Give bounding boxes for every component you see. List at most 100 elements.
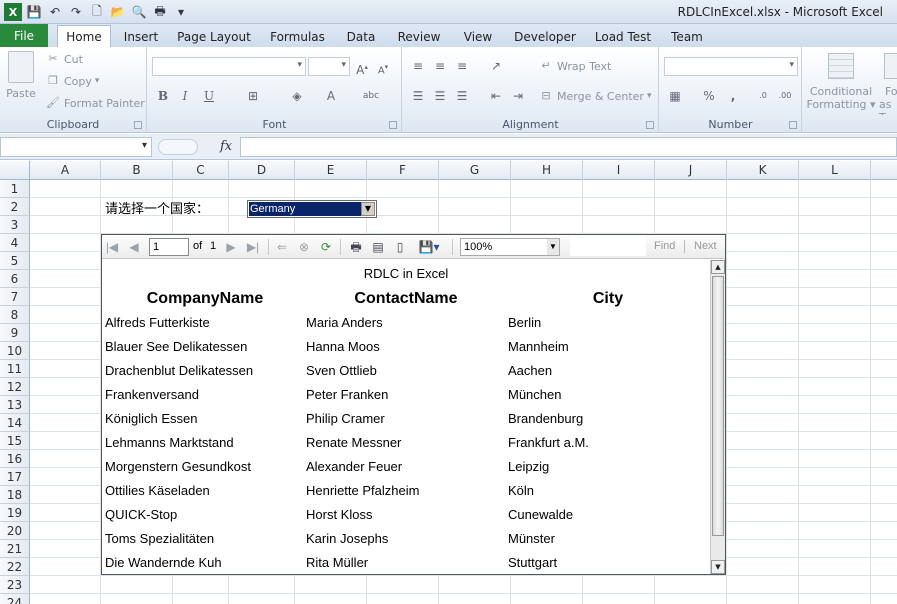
- increase-decimal-icon[interactable]: .0: [754, 87, 772, 105]
- previous-page-icon[interactable]: ◀: [126, 239, 142, 255]
- number-format-combo[interactable]: [664, 57, 798, 76]
- row-header-16[interactable]: 16: [0, 450, 30, 468]
- scroll-up-icon[interactable]: ▲: [711, 260, 725, 274]
- page-number-input[interactable]: 1: [149, 238, 189, 256]
- align-right-icon[interactable]: ☰: [453, 87, 471, 105]
- tab-home[interactable]: Home: [57, 25, 111, 48]
- increase-indent-icon[interactable]: ⇥: [509, 87, 527, 105]
- font-color-icon[interactable]: A: [322, 87, 340, 105]
- row-header-6[interactable]: 6: [0, 270, 30, 288]
- row-header-20[interactable]: 20: [0, 522, 30, 540]
- page-setup-icon[interactable]: ▯: [392, 239, 408, 255]
- clipboard-launcher-icon[interactable]: [134, 121, 142, 129]
- row-header-8[interactable]: 8: [0, 306, 30, 324]
- refresh-icon[interactable]: ⟳: [318, 239, 334, 255]
- open-folder-icon[interactable]: 📂: [109, 3, 127, 21]
- comma-button[interactable]: ,: [724, 87, 742, 105]
- print-layout-icon[interactable]: ▤: [370, 239, 386, 255]
- column-header-l[interactable]: L: [799, 161, 871, 180]
- row-header-17[interactable]: 17: [0, 468, 30, 486]
- tab-view[interactable]: View: [453, 26, 503, 47]
- row-header-2[interactable]: 2: [0, 198, 30, 216]
- shrink-font-icon[interactable]: A▾: [374, 58, 392, 76]
- scrollbar-thumb[interactable]: [712, 276, 724, 536]
- percent-button[interactable]: %: [700, 87, 718, 105]
- column-header-f[interactable]: F: [367, 161, 439, 180]
- alignment-launcher-icon[interactable]: [646, 121, 654, 129]
- align-left-icon[interactable]: ☰: [409, 87, 427, 105]
- merge-center-button[interactable]: ⊟ Merge & Center ▾: [539, 89, 651, 103]
- grow-font-icon[interactable]: A▴: [353, 58, 371, 77]
- print-preview-icon[interactable]: 🔍: [130, 3, 148, 21]
- phonetic-icon[interactable]: abc: [362, 87, 380, 105]
- currency-icon[interactable]: ▦: [666, 87, 684, 105]
- align-center-icon[interactable]: ☰: [431, 87, 449, 105]
- align-top-icon[interactable]: ≡: [409, 57, 427, 75]
- row-header-10[interactable]: 10: [0, 342, 30, 360]
- row-header-3[interactable]: 3: [0, 216, 30, 234]
- select-all-corner[interactable]: [0, 161, 30, 180]
- zoom-dropdown-icon[interactable]: ▼: [547, 239, 559, 255]
- print-icon[interactable]: 🖶: [348, 239, 364, 255]
- row-header-18[interactable]: 18: [0, 486, 30, 504]
- dropdown-arrow-icon[interactable]: ▼: [361, 202, 375, 216]
- report-vertical-scrollbar[interactable]: ▲ ▼: [710, 260, 725, 574]
- row-header-1[interactable]: 1: [0, 180, 30, 198]
- back-icon[interactable]: ⇐: [274, 239, 290, 255]
- undo-icon[interactable]: ↶: [46, 3, 64, 21]
- find-next-link[interactable]: Next: [694, 240, 717, 252]
- align-middle-icon[interactable]: ≡: [431, 57, 449, 75]
- row-header-15[interactable]: 15: [0, 432, 30, 450]
- find-link[interactable]: Find: [654, 240, 675, 252]
- row-header-11[interactable]: 11: [0, 360, 30, 378]
- customize-qat-icon[interactable]: ▾: [172, 3, 190, 21]
- row-header-7[interactable]: 7: [0, 288, 30, 306]
- column-header-b[interactable]: B: [101, 161, 173, 180]
- new-file-icon[interactable]: 🗋: [88, 3, 106, 21]
- row-header-12[interactable]: 12: [0, 378, 30, 396]
- wrap-text-button[interactable]: ↵ Wrap Text: [539, 59, 611, 73]
- column-header-g[interactable]: G: [439, 161, 511, 180]
- tab-developer[interactable]: Developer: [510, 26, 580, 47]
- scroll-down-icon[interactable]: ▼: [711, 560, 725, 574]
- column-header-e[interactable]: E: [295, 161, 367, 180]
- print-icon[interactable]: 🖶: [151, 3, 169, 21]
- format-painter-button[interactable]: 🖌 Format Painter: [46, 96, 145, 110]
- column-header-d[interactable]: D: [229, 161, 295, 180]
- row-header-19[interactable]: 19: [0, 504, 30, 522]
- copy-button[interactable]: ❐ Copy ▾: [46, 74, 99, 88]
- borders-icon[interactable]: ⊞: [244, 87, 262, 105]
- row-header-22[interactable]: 22: [0, 558, 30, 576]
- row-header-9[interactable]: 9: [0, 324, 30, 342]
- last-page-icon[interactable]: ▶|: [245, 239, 261, 255]
- stop-icon[interactable]: ⊗: [296, 239, 312, 255]
- row-header-23[interactable]: 23: [0, 576, 30, 594]
- tab-load-test[interactable]: Load Test: [588, 26, 658, 47]
- zoom-select[interactable]: 100% ▼: [460, 238, 560, 256]
- find-text-input[interactable]: [570, 238, 646, 256]
- font-launcher-icon[interactable]: [389, 121, 397, 129]
- italic-button[interactable]: I: [176, 87, 194, 105]
- format-as-table-button[interactable]: Fo as T: [878, 51, 897, 115]
- row-header-5[interactable]: 5: [0, 252, 30, 270]
- conditional-formatting-button[interactable]: Conditional Formatting ▾: [806, 51, 876, 115]
- next-page-icon[interactable]: ▶: [223, 239, 239, 255]
- tab-data[interactable]: Data: [339, 26, 383, 47]
- first-page-icon[interactable]: |◀: [104, 239, 120, 255]
- row-header-13[interactable]: 13: [0, 396, 30, 414]
- paste-button[interactable]: Paste: [6, 51, 36, 100]
- column-header-k[interactable]: K: [727, 161, 799, 180]
- insert-function-icon[interactable]: fx: [220, 139, 232, 154]
- orientation-icon[interactable]: ↗: [487, 57, 505, 75]
- cut-button[interactable]: ✂ Cut: [46, 52, 83, 66]
- font-size-combo[interactable]: [308, 57, 350, 76]
- column-header-a[interactable]: A: [30, 161, 101, 180]
- fill-color-icon[interactable]: ◈: [288, 87, 306, 105]
- tab-review[interactable]: Review: [390, 26, 448, 47]
- column-header-j[interactable]: J: [655, 161, 727, 180]
- decrease-indent-icon[interactable]: ⇤: [487, 87, 505, 105]
- tab-page-layout[interactable]: Page Layout: [172, 26, 256, 47]
- column-header-c[interactable]: C: [173, 161, 229, 180]
- row-header-14[interactable]: 14: [0, 414, 30, 432]
- align-bottom-icon[interactable]: ≡: [453, 57, 471, 75]
